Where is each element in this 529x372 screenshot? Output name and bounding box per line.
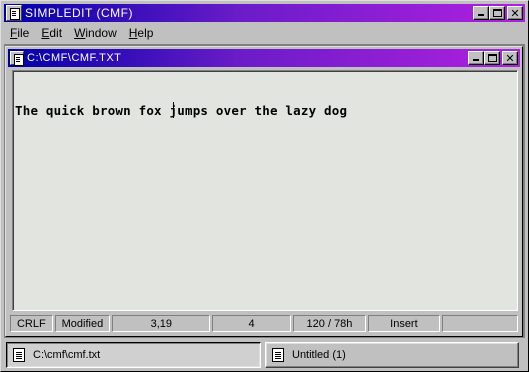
status-column: 4 [212, 315, 291, 332]
app-title: SIMPLEDIT (CMF) [25, 6, 133, 20]
document-notepad-icon[interactable] [10, 51, 24, 66]
minimize-icon [473, 59, 479, 61]
document-titlebar[interactable]: C:\CMF\CMF.TXT ✕ [8, 49, 520, 67]
task-button-untitled[interactable]: Untitled (1) [265, 341, 519, 368]
document-minimize-button[interactable] [468, 51, 484, 65]
maximize-icon [488, 54, 497, 62]
maximize-icon [493, 9, 502, 17]
document-window: C:\CMF\CMF.TXT ✕ The quick brown fox jum… [5, 46, 523, 337]
status-char-info: 120 / 78h [292, 315, 367, 332]
app-window: SIMPLEDIT (CMF) ✕ File Edit Window Help … [0, 0, 529, 372]
mdi-taskbar: C:\cmf\cmf.txt Untitled (1) [4, 339, 525, 370]
status-line-ending: CRLF [10, 315, 53, 332]
task-label: C:\cmf\cmf.txt [33, 348, 101, 361]
app-minimize-button[interactable] [473, 6, 489, 20]
app-window-controls: ✕ [473, 6, 523, 20]
task-label: Untitled (1) [292, 348, 346, 361]
menu-window[interactable]: Window [68, 26, 123, 40]
task-button-cmf-txt[interactable]: C:\cmf\cmf.txt [6, 341, 261, 368]
status-insert-mode[interactable]: Insert [368, 315, 440, 332]
document-maximize-button[interactable] [484, 51, 500, 65]
text-caret [173, 102, 174, 118]
menu-edit[interactable]: Edit [35, 26, 68, 40]
status-bar: CRLF Modified 3,19 4 120 / 78h Insert [10, 315, 518, 333]
document-icon [13, 347, 25, 362]
status-cursor-position: 3,19 [112, 315, 211, 332]
minimize-icon [478, 14, 484, 16]
status-extra [441, 315, 518, 332]
document-icon [272, 347, 284, 362]
document-title: C:\CMF\CMF.TXT [27, 52, 122, 64]
close-icon: ✕ [505, 51, 515, 65]
app-titlebar[interactable]: SIMPLEDIT (CMF) ✕ [4, 4, 525, 22]
document-window-controls: ✕ [468, 51, 518, 65]
menu-file[interactable]: File [4, 26, 35, 40]
app-maximize-button[interactable] [489, 6, 505, 20]
document-close-button[interactable]: ✕ [502, 51, 518, 65]
menu-help[interactable]: Help [123, 26, 160, 40]
app-close-button[interactable]: ✕ [507, 6, 523, 20]
editor-content: The quick brown fox jumps over the lazy … [15, 103, 348, 118]
status-modified: Modified [54, 315, 111, 332]
close-icon: ✕ [510, 6, 520, 20]
text-editor[interactable]: The quick brown fox jumps over the lazy … [12, 70, 518, 311]
menu-bar: File Edit Window Help [4, 23, 525, 43]
app-notepad-icon[interactable] [6, 5, 22, 21]
